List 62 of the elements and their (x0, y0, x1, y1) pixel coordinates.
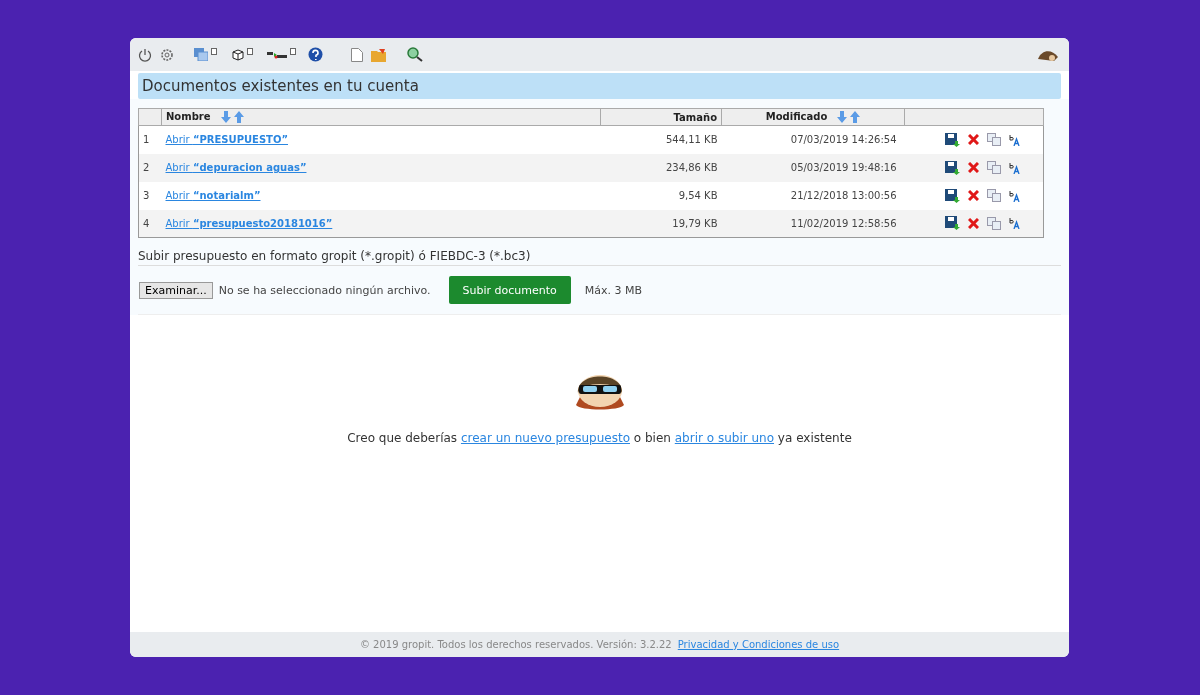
font-size-icon[interactable] (1008, 161, 1021, 174)
save-icon[interactable] (944, 216, 960, 231)
size-cell: 234,86 KB (600, 153, 722, 182)
section-title: Documentos existentes en tu cuenta (138, 73, 1061, 99)
font-size-icon[interactable] (1008, 133, 1021, 146)
help-icon[interactable] (308, 47, 323, 62)
delete-icon[interactable] (967, 217, 979, 229)
suggestion-text: Creo que deberías crear un nuevo presupuesto o bien abrir o subir uno ya existente (347, 431, 852, 445)
delete-icon[interactable] (967, 162, 979, 173)
copy-icon[interactable] (986, 216, 1001, 230)
file-status: No se ha seleccionado ningún archivo. (218, 283, 431, 297)
save-icon[interactable] (944, 188, 960, 203)
copy-icon[interactable] (986, 161, 1001, 174)
power-icon[interactable] (138, 47, 152, 62)
privacy-link[interactable]: Privacidad y Condiciones de uso (677, 639, 840, 650)
suggestion-link[interactable]: crear un nuevo presupuesto (460, 431, 630, 445)
date-cell: 05/03/2019 19:48:16 (721, 153, 905, 182)
date-cell: 21/12/2018 13:00:56 (721, 181, 905, 210)
font-size-icon[interactable] (1008, 189, 1021, 202)
delete-icon[interactable] (967, 190, 979, 201)
sort-up-icon[interactable] (850, 111, 861, 123)
size-cell: 544,11 KB (600, 125, 722, 154)
size-cell: 19,79 KB (600, 209, 722, 238)
row-number: 4 (138, 209, 162, 238)
open-link[interactable]: Abrir “PRESUPUESTO” (165, 134, 288, 146)
document-icon[interactable] (351, 47, 363, 62)
cube-icon[interactable] (231, 48, 244, 61)
sort-up-icon[interactable] (233, 111, 244, 123)
folder-icon[interactable] (371, 47, 387, 62)
window-icon[interactable] (194, 48, 208, 61)
small-box-icon (211, 48, 217, 55)
font-size-icon[interactable] (1008, 217, 1021, 230)
sort-down-icon[interactable] (220, 111, 231, 123)
size-cell: 9,54 KB (600, 181, 722, 210)
date-cell: 11/02/2019 12:58:56 (721, 209, 905, 238)
upload-heading: Subir presupuesto en formato gropit (*.gropit) ó FIEBDC-3 (*.bc3) (138, 249, 1061, 266)
row-number: 1 (138, 125, 162, 154)
copy-icon[interactable] (986, 133, 1001, 147)
max-size-note: Máx. 3 MB (584, 283, 643, 297)
search-icon[interactable] (407, 47, 423, 62)
browse-button[interactable]: Examinar... (139, 281, 213, 299)
column-header[interactable]: Tamaño (600, 108, 722, 126)
small-box-icon (247, 48, 253, 55)
copyright-text: © 2019 gropit. Todos los derechos reservados. Versión: 3.2.22 (359, 639, 672, 650)
save-icon[interactable] (944, 160, 960, 175)
open-link[interactable]: Abrir “presupuesto20181016” (165, 217, 333, 229)
small-box-icon (290, 48, 296, 55)
date-cell: 07/03/2019 14:26:54 (721, 125, 905, 154)
suggestion-link[interactable]: abrir o subir uno (674, 431, 775, 445)
delete-icon[interactable] (967, 134, 979, 146)
open-link[interactable]: Abrir “notarialm” (165, 190, 261, 201)
save-icon[interactable] (944, 132, 960, 147)
settings-icon[interactable] (160, 47, 174, 62)
row-number: 3 (138, 181, 162, 210)
column-header[interactable]: Modificado (721, 108, 905, 126)
fiebdc-icon[interactable] (267, 49, 287, 60)
copy-icon[interactable] (986, 189, 1001, 202)
open-link[interactable]: Abrir “depuracion aguas” (165, 162, 307, 173)
upload-button[interactable]: Subir documento (448, 276, 571, 304)
column-header[interactable]: Nombre (161, 108, 601, 126)
row-number: 2 (138, 153, 162, 182)
sort-down-icon[interactable] (837, 111, 848, 123)
